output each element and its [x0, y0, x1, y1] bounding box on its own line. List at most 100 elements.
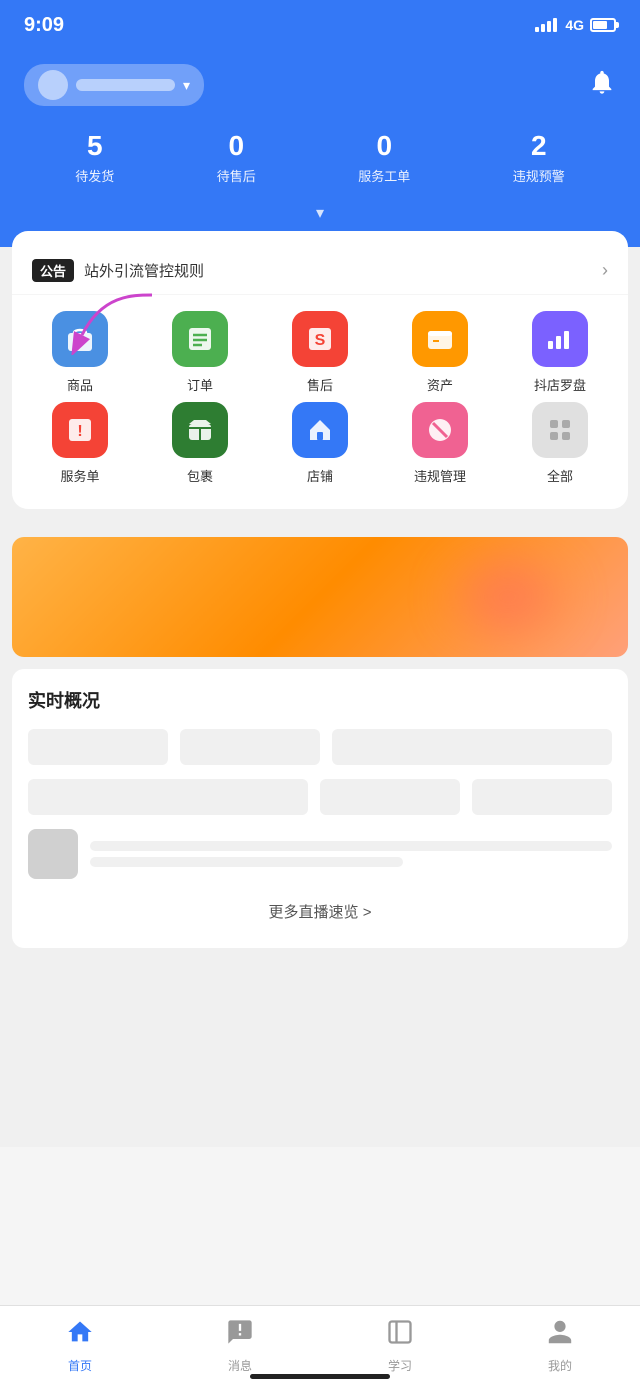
white-card: 公告 站外引流管控规则 ›	[12, 231, 628, 509]
package-label: 包裹	[187, 466, 213, 485]
assets-label: 资产	[427, 375, 453, 394]
menu-item-goods[interactable]: 商品	[20, 311, 140, 394]
orders-label: 订单	[187, 375, 213, 394]
announcement-bar[interactable]: 公告 站外引流管控规则 ›	[12, 247, 628, 295]
banner[interactable]	[12, 537, 628, 657]
network-label: 4G	[565, 17, 584, 33]
store-icon	[292, 402, 348, 458]
bell-icon[interactable]	[588, 68, 616, 103]
package-icon	[172, 402, 228, 458]
service-label: 服务单	[60, 466, 99, 485]
store-avatar	[38, 70, 68, 100]
stat-violation[interactable]: 2 违规预警	[513, 130, 565, 185]
store-label: 店铺	[307, 466, 333, 485]
blur-line-1	[90, 841, 612, 851]
content: 公告 站外引流管控规则 ›	[0, 247, 640, 1147]
bottom-nav: 首页 消息 学习 我的	[0, 1305, 640, 1385]
stat-number-violation: 2	[531, 130, 547, 162]
stat-number-service: 0	[376, 130, 392, 162]
nav-learn[interactable]: 学习	[320, 1318, 480, 1374]
mine-nav-icon	[546, 1318, 574, 1353]
blur-text-lines	[90, 841, 612, 867]
menu-item-package[interactable]: 包裹	[140, 402, 260, 485]
message-nav-label: 消息	[228, 1357, 252, 1374]
menu-item-store[interactable]: 店铺	[260, 402, 380, 485]
message-nav-icon	[226, 1318, 254, 1353]
banner-decoration	[448, 557, 568, 637]
blur-stat-3	[332, 729, 612, 765]
menu-item-violation[interactable]: 违规管理	[380, 402, 500, 485]
svg-text:S: S	[315, 332, 326, 349]
home-nav-label: 首页	[68, 1357, 92, 1374]
aftersale-label: 售后	[307, 375, 333, 394]
menu-item-compass[interactable]: 抖店罗盘	[500, 311, 620, 394]
compass-label: 抖店罗盘	[534, 375, 586, 394]
goods-label: 商品	[67, 375, 93, 394]
svg-text:!: !	[77, 423, 82, 440]
blur-image-row	[28, 829, 612, 879]
orders-icon	[172, 311, 228, 367]
blur-stat-1	[28, 729, 168, 765]
all-icon	[532, 402, 588, 458]
status-icons: 4G	[535, 17, 616, 33]
menu-item-assets[interactable]: 资产	[380, 311, 500, 394]
expand-icon: ▾	[316, 203, 324, 223]
battery-icon	[590, 18, 616, 32]
signal-icon	[535, 18, 557, 32]
status-time: 9:09	[24, 14, 64, 37]
blur-stats-row-2	[28, 779, 612, 815]
service-icon: !	[52, 402, 108, 458]
realtime-section: 实时概况 更多直播速览 >	[12, 669, 628, 948]
nav-home[interactable]: 首页	[0, 1318, 160, 1374]
realtime-title: 实时概况	[28, 687, 612, 713]
menu-item-orders[interactable]: 订单	[140, 311, 260, 394]
status-bar: 9:09 4G	[0, 0, 640, 50]
blur-thumbnail	[28, 829, 78, 879]
blur-stat-6	[472, 779, 612, 815]
nav-mine[interactable]: 我的	[480, 1318, 640, 1374]
header: ▾ 5 待发货 0 待售后 0 服务工单 2 违规预警 ▾	[0, 50, 640, 247]
stat-label-service: 服务工单	[358, 166, 410, 185]
stat-label-pending: 待发货	[75, 166, 114, 185]
header-top: ▾	[24, 64, 616, 106]
home-nav-icon	[66, 1318, 94, 1353]
bottom-spacer	[0, 956, 640, 1056]
aftersale-icon: S	[292, 311, 348, 367]
stat-service[interactable]: 0 服务工单	[358, 130, 410, 185]
blur-stat-4	[28, 779, 308, 815]
assets-icon	[412, 311, 468, 367]
blur-stat-2	[180, 729, 320, 765]
announcement-text: 站外引流管控规则	[84, 260, 592, 281]
stat-pending-delivery[interactable]: 5 待发货	[75, 130, 114, 185]
violation-label: 违规管理	[414, 466, 466, 485]
learn-nav-label: 学习	[388, 1357, 412, 1374]
mine-nav-label: 我的	[548, 1357, 572, 1374]
store-name	[76, 79, 175, 91]
chevron-down-icon: ▾	[183, 77, 190, 94]
stat-aftersale[interactable]: 0 待售后	[217, 130, 256, 185]
compass-icon	[532, 311, 588, 367]
stat-label-aftersale: 待售后	[217, 166, 256, 185]
menu-item-aftersale[interactable]: S 售后	[260, 311, 380, 394]
learn-nav-icon	[386, 1318, 414, 1353]
violation-icon	[412, 402, 468, 458]
home-indicator	[250, 1374, 390, 1379]
blur-stats-row-1	[28, 729, 612, 765]
menu-item-all[interactable]: 全部	[500, 402, 620, 485]
goods-icon	[52, 311, 108, 367]
announcement-badge: 公告	[32, 259, 74, 282]
expand-arrow[interactable]: ▾	[24, 203, 616, 223]
stat-number-aftersale: 0	[228, 130, 244, 162]
blur-line-2	[90, 857, 403, 867]
menu-grid: 商品 订单 S	[12, 295, 628, 493]
announcement-arrow-icon: ›	[602, 260, 608, 281]
menu-item-service[interactable]: ! 服务单	[20, 402, 140, 485]
stats-row: 5 待发货 0 待售后 0 服务工单 2 违规预警	[24, 130, 616, 185]
all-label: 全部	[547, 466, 573, 485]
stat-label-violation: 违规预警	[513, 166, 565, 185]
nav-message[interactable]: 消息	[160, 1318, 320, 1374]
more-live-link[interactable]: 更多直播速览 >	[28, 893, 612, 930]
stat-number-pending: 5	[87, 130, 103, 162]
store-selector[interactable]: ▾	[24, 64, 204, 106]
blur-stat-5	[320, 779, 460, 815]
